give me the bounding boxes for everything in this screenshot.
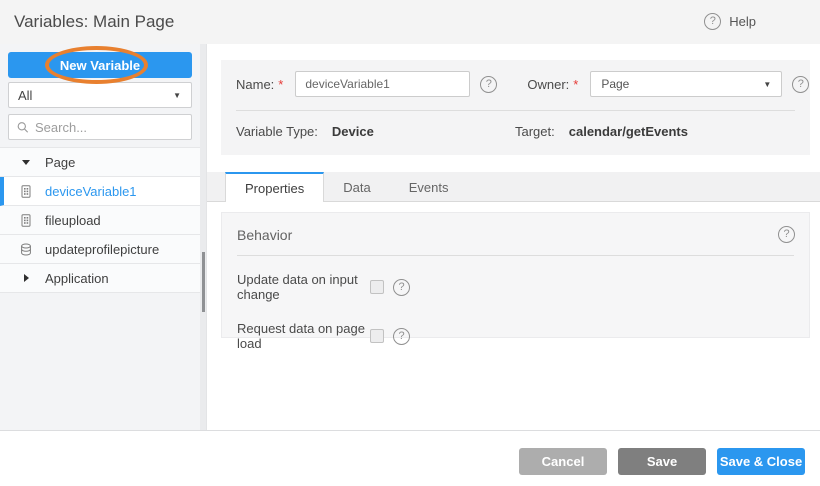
save-button[interactable]: Save (618, 448, 706, 475)
owner-select[interactable]: Page ▼ (590, 71, 782, 97)
tabbar: Properties Data Events (207, 172, 820, 202)
tree-item-label: deviceVariable1 (45, 184, 137, 199)
tab-properties[interactable]: Properties (225, 172, 324, 202)
update-data-help-icon[interactable] (393, 279, 410, 296)
request-data-help-icon[interactable] (393, 328, 410, 345)
titlebar: Variables: Main Page Help (0, 0, 820, 44)
tab-events[interactable]: Events (390, 172, 468, 202)
tree-group-application[interactable]: Application (0, 264, 200, 293)
owner-help-icon[interactable] (792, 76, 809, 93)
request-data-label: Request data on page load (237, 321, 370, 351)
caret-right-icon[interactable] (20, 274, 32, 282)
cancel-button[interactable]: Cancel (519, 448, 607, 475)
service-variable-icon (20, 243, 32, 256)
chevron-down-icon: ▼ (763, 80, 771, 89)
behavior-panel: Behavior Update data on input change Req… (221, 212, 810, 338)
variables-dialog: Variables: Main Page Help New Variable A… (0, 0, 820, 486)
variable-type-label: Variable Type: (236, 124, 318, 139)
tab-data[interactable]: Data (324, 172, 389, 202)
search-input[interactable] (35, 120, 183, 135)
sidebar-scrollbar-track[interactable] (200, 44, 207, 430)
sidebar: New Variable All ▼ Page deviceVariable1 (0, 44, 200, 430)
owner-selected-value: Page (601, 77, 763, 91)
new-variable-button[interactable]: New Variable (8, 52, 192, 78)
help-label: Help (729, 14, 756, 29)
save-close-button[interactable]: Save & Close (717, 448, 805, 475)
sidebar-scrollbar-thumb[interactable] (202, 252, 205, 312)
name-help-icon[interactable] (480, 76, 497, 93)
chevron-down-icon: ▼ (173, 91, 181, 100)
main-panel: Name: * Owner: * Page ▼ Variable Type: (207, 44, 820, 430)
footer: Cancel Save Save & Close (0, 430, 820, 486)
behavior-divider (237, 255, 794, 256)
name-label: Name: (236, 77, 274, 92)
device-variable-icon (20, 185, 32, 198)
variable-filter-select[interactable]: All ▼ (8, 82, 192, 108)
name-required-marker: * (278, 77, 283, 92)
page-title: Variables: Main Page (14, 12, 174, 32)
help-button[interactable]: Help (704, 13, 756, 30)
search-icon (17, 121, 29, 134)
behavior-title: Behavior (237, 227, 778, 243)
device-variable-icon (20, 214, 32, 227)
owner-required-marker: * (573, 77, 578, 92)
help-icon (704, 13, 721, 30)
target-value: calendar/getEvents (569, 124, 688, 139)
tree-group-label: Page (45, 155, 75, 170)
owner-label: Owner: (527, 77, 569, 92)
option-row-request-data: Request data on page load (222, 321, 809, 351)
tree-group-page[interactable]: Page (0, 148, 200, 177)
variable-summary-panel: Name: * Owner: * Page ▼ Variable Type: (221, 60, 810, 155)
update-data-checkbox[interactable] (370, 280, 384, 294)
caret-down-icon[interactable] (20, 160, 32, 165)
tree-item-devicevariable1[interactable]: deviceVariable1 (0, 177, 200, 206)
request-data-checkbox[interactable] (370, 329, 384, 343)
tree-item-updateprofilepicture[interactable]: updateprofilepicture (0, 235, 200, 264)
variable-type-value: Device (332, 124, 374, 139)
option-row-update-data: Update data on input change (222, 272, 809, 302)
name-input[interactable] (295, 71, 470, 97)
tree-item-fileupload[interactable]: fileupload (0, 206, 200, 235)
tree-item-label: fileupload (45, 213, 101, 228)
tree-group-label: Application (45, 271, 109, 286)
search-box[interactable] (8, 114, 192, 140)
update-data-label: Update data on input change (237, 272, 370, 302)
behavior-help-icon[interactable] (778, 226, 795, 243)
tree-item-label: updateprofilepicture (45, 242, 159, 257)
variable-tree: Page deviceVariable1 fileupload updatepr… (0, 147, 200, 293)
target-label: Target: (515, 124, 555, 139)
filter-selected-value: All (18, 88, 173, 103)
